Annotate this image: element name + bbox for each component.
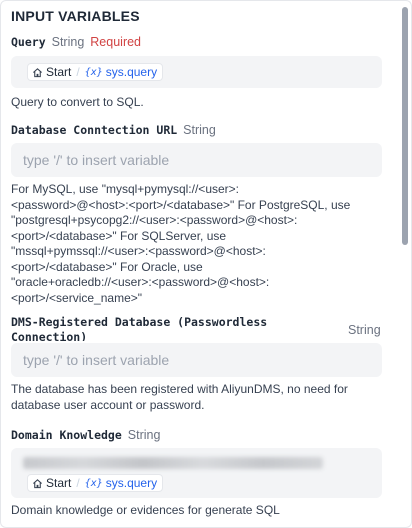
query-required-badge: Required [90,35,142,49]
dms-header: DMS-Registered Database (Passwordless Co… [11,315,331,341]
variable-icon: {x} [84,477,103,489]
query-name: Query [11,35,46,49]
db-url-placeholder: type '/' to insert variable [23,152,170,168]
input-variables-panel: INPUT VARIABLES Query String Required St… [0,0,412,528]
desc-line: database user account or password. [11,397,205,412]
desc-line: <port>/<database>" For Oracle, use [11,259,203,274]
query-description: Query to convert to SQL. [11,95,144,109]
domain-input[interactable]: Start / {x} sys.query [11,448,382,498]
variable-icon: {x} [84,66,103,78]
domain-description: Domain knowledge or evidences for genera… [11,503,280,517]
db-url-name: Database Conntection URL [11,123,178,137]
vertical-scrollbar[interactable] [402,7,408,245]
desc-line: "oracle+oracledb://<user>:<password>@<ho… [11,275,270,289]
dms-placeholder: type '/' to insert variable [23,352,170,368]
desc-line: The database has been registered with Al… [11,382,348,396]
desc-line: <port>/<database>" For SQLServer, use [11,228,227,243]
desc-line: <password>@<host>:<port>/<database>" For… [11,197,351,212]
section-title: INPUT VARIABLES [11,8,140,24]
db-url-header: Database Conntection URL String [11,123,216,137]
chip-variable-label: sys.query [105,65,158,79]
db-url-input[interactable]: type '/' to insert variable [11,143,382,177]
domain-variable-chip[interactable]: Start / {x} sys.query [27,474,164,492]
db-url-type: String [183,123,216,137]
chip-separator: / [76,65,80,79]
dms-input[interactable]: type '/' to insert variable [11,343,382,377]
desc-line: "postgresql+psycopg2://<user>:<password>… [11,213,298,227]
db-url-description: For MySQL, use "mysql+pymysql://<user>: … [11,182,387,306]
chip-node-label: Start [46,65,72,79]
dms-type: String [348,323,381,337]
chip-node-label: Start [46,476,72,490]
dms-description: The database has been registered with Al… [11,382,387,413]
chip-variable-label: sys.query [105,476,158,490]
query-type: String [51,35,85,49]
home-icon [33,478,42,488]
redacted-text [23,457,323,469]
desc-line: For MySQL, use "mysql+pymysql://<user>: [11,182,239,196]
domain-header: Domain Knowledge String [11,428,160,442]
query-input[interactable]: Start / {x} sys.query [11,56,382,88]
query-variable-chip[interactable]: Start / {x} sys.query [27,63,164,81]
desc-line: "mssql+pymssql://<user>:<password>@<host… [11,244,266,258]
query-header: Query String Required [11,35,141,49]
dms-name-line1: DMS-Registered Database (Passwordless [11,315,268,329]
desc-line: <port>/<service_name>" [11,290,143,305]
chip-separator: / [76,476,80,490]
dms-name-line2: Connection) [11,330,88,341]
home-icon [33,67,42,77]
domain-type: String [127,428,161,442]
domain-name: Domain Knowledge [11,428,122,442]
